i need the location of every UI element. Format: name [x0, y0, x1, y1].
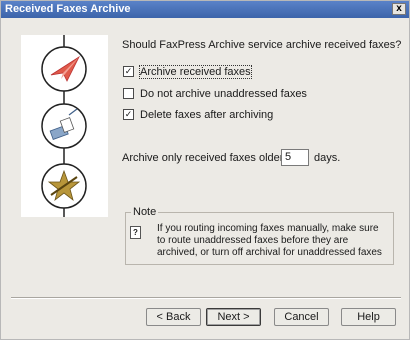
note-title: Note [131, 206, 159, 219]
button-divider [11, 297, 401, 299]
days-row: Archive only received faxes older than 5… [122, 149, 340, 167]
help-note-icon: ? [130, 226, 141, 239]
check-icon: ✓ [124, 65, 133, 76]
wizard-art [41, 35, 87, 217]
skip-unaddressed-checkbox[interactable]: Do not archive unaddressed faxes [123, 87, 307, 101]
archive-star-icon [41, 163, 87, 209]
wizard-art-panel [21, 35, 108, 217]
title-bar[interactable]: Received Faxes Archive x [1, 1, 409, 18]
back-button[interactable]: < Back [146, 308, 201, 326]
paper-plane-icon [41, 46, 87, 92]
fax-scan-icon [41, 103, 87, 149]
dialog-window: Received Faxes Archive x Should FaxPress… [0, 0, 410, 340]
checkbox-label[interactable]: Archive received faxes [139, 65, 252, 80]
days-label: Archive only received faxes older than [122, 152, 308, 164]
check-icon: ✓ [124, 108, 133, 119]
checkbox-label[interactable]: Do not archive unaddressed faxes [140, 88, 307, 100]
note-text: If you routing incoming faxes manually, … [157, 223, 382, 258]
close-button[interactable]: x [392, 3, 406, 15]
delete-after-archiving-checkbox[interactable]: ✓ Delete faxes after archiving [123, 108, 273, 122]
note-group: Note ? If you routing incoming faxes man… [125, 206, 394, 265]
help-button[interactable]: Help [341, 308, 396, 326]
checkbox-box[interactable]: ✓ [123, 108, 134, 120]
close-icon: x [396, 3, 402, 14]
next-button[interactable]: Next > [206, 308, 261, 326]
archive-question: Should FaxPress Archive service archive … [122, 39, 402, 51]
checkbox-box[interactable]: ✓ [123, 65, 134, 77]
cancel-button[interactable]: Cancel [274, 308, 329, 326]
days-input[interactable]: 5 [281, 149, 309, 166]
days-unit: days. [314, 152, 341, 164]
checkbox-label[interactable]: Delete faxes after archiving [140, 109, 273, 121]
checkbox-box[interactable] [123, 87, 134, 99]
window-title: Received Faxes Archive [5, 3, 131, 15]
archive-received-checkbox[interactable]: ✓ Archive received faxes [123, 65, 252, 80]
